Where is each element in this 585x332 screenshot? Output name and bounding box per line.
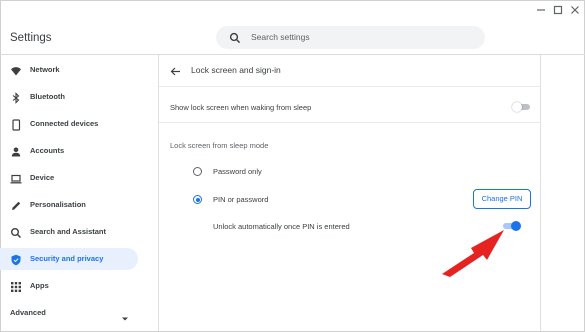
divider (159, 122, 540, 123)
password-only-radio[interactable] (193, 167, 202, 176)
sidebar-item-personalisation[interactable]: Personalisation (0, 194, 138, 216)
apps-grid-icon (10, 280, 22, 292)
sidebar-item-label: Apps (30, 281, 49, 290)
sidebar-item-search-and-assistant[interactable]: Search and Assistant (0, 221, 138, 243)
sidebar-item-bluetooth[interactable]: Bluetooth (0, 86, 138, 108)
divider (159, 86, 540, 87)
change-pin-button[interactable]: Change PIN (473, 189, 531, 209)
sidebar-item-label: Search and Assistant (30, 227, 106, 236)
caret-down-icon[interactable] (121, 309, 129, 327)
laptop-icon (10, 172, 22, 184)
sidebar-item-device[interactable]: Device (0, 167, 138, 189)
search-icon (229, 31, 241, 49)
sidebar-item-label: Personalisation (30, 200, 86, 209)
show-lock-screen-label: Show lock screen when waking from sleep (170, 103, 312, 112)
phone-icon (10, 118, 22, 131)
toggle-knob (512, 102, 522, 112)
toggle-knob (511, 221, 521, 231)
page-title: Lock screen and sign-in (191, 65, 281, 75)
back-arrow-icon[interactable] (170, 64, 181, 82)
sidebar-item-apps[interactable]: Apps (0, 275, 138, 297)
search-placeholder: Search settings (251, 32, 310, 42)
shield-icon (10, 253, 22, 266)
section-heading: Lock screen from sleep mode (170, 141, 269, 150)
person-icon (10, 145, 22, 157)
pin-or-password-label: PIN or password (213, 195, 269, 204)
sidebar-item-label: Network (30, 65, 60, 74)
close-icon[interactable] (570, 5, 580, 15)
sidebar-item-label: Connected devices (30, 119, 99, 128)
show-lock-screen-toggle[interactable] (512, 102, 530, 112)
search-icon (10, 226, 22, 239)
unlock-automatically-label: Unlock automatically once PIN is entered (213, 222, 350, 231)
sidebar-item-security-and-privacy[interactable]: Security and privacy (0, 248, 138, 270)
sidebar-item-network[interactable]: Network (0, 59, 138, 81)
search-input[interactable]: Search settings (216, 26, 485, 49)
pencil-icon (10, 199, 22, 211)
sidebar-item-label: Security and privacy (30, 254, 104, 263)
pin-or-password-radio[interactable] (193, 195, 202, 204)
advanced-toggle[interactable]: Advanced (10, 308, 46, 317)
maximize-icon[interactable] (553, 5, 563, 15)
wifi-icon (10, 64, 22, 76)
sidebar: Network Bluetooth Connected devices Acco… (0, 55, 150, 331)
password-only-label: Password only (213, 167, 262, 176)
sidebar-item-accounts[interactable]: Accounts (0, 140, 138, 162)
bluetooth-icon (10, 91, 22, 104)
sidebar-item-label: Bluetooth (30, 92, 65, 101)
annotation-arrow-icon (430, 222, 510, 285)
app-title: Settings (10, 32, 52, 44)
minimize-icon[interactable] (536, 5, 546, 15)
sidebar-item-connected-devices[interactable]: Connected devices (0, 113, 138, 135)
sidebar-item-label: Device (30, 173, 55, 182)
sidebar-item-label: Accounts (30, 146, 65, 155)
